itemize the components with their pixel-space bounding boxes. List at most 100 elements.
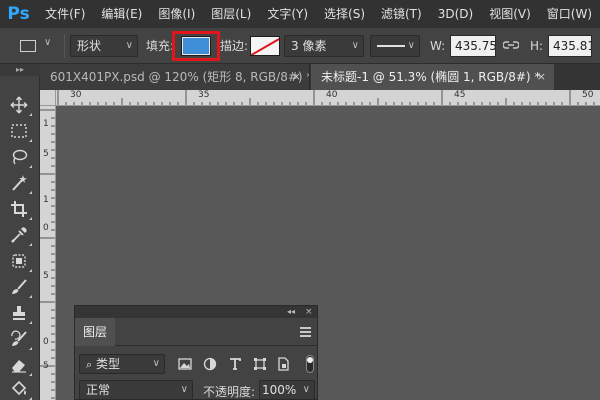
menu-file[interactable]: 文件(F): [37, 0, 93, 28]
marquee-icon: [11, 124, 27, 138]
clone-stamp-tool[interactable]: [6, 300, 32, 326]
ruler-label: 5: [43, 271, 49, 281]
ruler-label: 0: [43, 337, 49, 347]
tool-preset-picker[interactable]: ∨: [14, 35, 60, 57]
submenu-indicator-icon: [29, 347, 32, 350]
tools-panel: ▸▸: [0, 64, 40, 400]
submenu-indicator-icon: [29, 139, 32, 142]
eyedropper-icon: [11, 227, 27, 243]
tool-mode-value: 形状: [77, 39, 102, 53]
adjustment-filter-icon[interactable]: [202, 356, 218, 372]
chevron-down-icon: ∨: [44, 37, 52, 48]
close-icon[interactable]: ×: [537, 64, 546, 90]
tab-document-2[interactable]: 未标题-1 @ 51.3% (椭圆 1, RGB/8#) * ×: [311, 64, 554, 90]
opacity-value: 100%: [262, 383, 297, 397]
submenu-indicator-icon: [29, 217, 32, 220]
layer-filter-select[interactable]: ⌕ 类型 ∨: [79, 354, 165, 374]
stroke-label: 描边:: [220, 39, 249, 53]
menu-select[interactable]: 选择(S): [316, 0, 373, 28]
horizontal-ruler[interactable]: 30 35 40 45 50: [56, 90, 600, 106]
tab-document-1[interactable]: 601X401PX.psd @ 120% (矩形 8, RGB/8#) * ×: [40, 64, 310, 90]
crop-icon: [11, 201, 27, 217]
panel-title-bar[interactable]: ◂◂ ×: [75, 306, 317, 318]
chevron-down-icon: ∨: [407, 40, 415, 51]
tool-mode-select[interactable]: 形状 ∨: [70, 35, 138, 57]
submenu-indicator-icon: [29, 165, 32, 168]
bandage-icon: [12, 254, 26, 268]
panel-collapse-icon[interactable]: ▸▸: [0, 64, 40, 76]
menu-window[interactable]: 窗口(W): [539, 0, 600, 28]
stroke-type-select[interactable]: ∨: [370, 35, 420, 57]
menu-type[interactable]: 文字(Y): [259, 0, 316, 28]
menu-image[interactable]: 图像(I): [150, 0, 203, 28]
submenu-indicator-icon: [29, 243, 32, 246]
type-filter-icon[interactable]: [227, 356, 243, 372]
panel-menu-icon[interactable]: [300, 327, 311, 337]
submenu-indicator-icon: [29, 269, 32, 272]
layer-filter-value: 类型: [96, 357, 121, 371]
lasso-tool[interactable]: [6, 144, 32, 170]
paint-bucket-tool[interactable]: [6, 376, 32, 400]
stroke-width-select[interactable]: 3 像素 ∨: [284, 35, 364, 57]
menu-filter[interactable]: 滤镜(T): [373, 0, 430, 28]
vertical-ruler[interactable]: 1 5 1 0 5 0 5: [40, 106, 56, 400]
menu-bar: Ps 文件(F) 编辑(E) 图像(I) 图层(L) 文字(Y) 选择(S) 滤…: [0, 0, 600, 28]
eyedropper-tool[interactable]: [6, 222, 32, 248]
paint-bucket-icon: [11, 380, 27, 396]
history-brush-tool[interactable]: [6, 326, 32, 352]
rectangle-tool-icon: [20, 40, 36, 52]
layers-panel: ◂◂ × 图层 ⌕ 类型 ∨ 正常 ∨ 不透明度: 100% ∨: [74, 305, 318, 400]
blend-opacity-row: 正常 ∨ 不透明度: 100% ∨: [75, 377, 319, 400]
image-filter-icon[interactable]: [177, 356, 193, 372]
menu-3d[interactable]: 3D(D): [430, 0, 481, 28]
move-tool[interactable]: [6, 92, 32, 118]
menu-layer[interactable]: 图层(L): [203, 0, 259, 28]
brush-tool[interactable]: [6, 274, 32, 300]
document-tab-bar: 601X401PX.psd @ 120% (矩形 8, RGB/8#) * × …: [40, 64, 600, 90]
blend-mode-select[interactable]: 正常 ∨: [79, 380, 193, 400]
chevron-down-icon: ∨: [302, 384, 310, 395]
eraser-icon: [12, 360, 26, 373]
healing-brush-tool[interactable]: [6, 248, 32, 274]
height-input[interactable]: 435.81 |: [548, 35, 592, 57]
collapse-panel-icon[interactable]: ◂◂: [287, 306, 295, 318]
ruler-label: 0: [43, 223, 49, 233]
stroke-width-value: 3 像素: [291, 39, 327, 53]
crop-tool[interactable]: [6, 196, 32, 222]
lasso-icon: [12, 149, 28, 165]
menu-edit[interactable]: 编辑(E): [93, 0, 150, 28]
panel-header: 图层: [75, 318, 317, 346]
menu-view[interactable]: 视图(V): [481, 0, 539, 28]
fill-label: 填充:: [146, 39, 175, 53]
move-icon: [10, 96, 28, 114]
filter-toggle[interactable]: [306, 355, 314, 373]
close-icon[interactable]: ×: [292, 64, 301, 90]
ruler-label: 1: [43, 119, 49, 129]
shape-filter-icon[interactable]: [252, 356, 268, 372]
chevron-down-icon: ∨: [152, 358, 160, 369]
height-label: H:: [530, 39, 544, 53]
tab-layers[interactable]: 图层: [75, 318, 115, 346]
photoshop-logo: Ps: [7, 4, 30, 24]
ruler-origin[interactable]: [40, 90, 56, 106]
marquee-tool[interactable]: [6, 118, 32, 144]
submenu-indicator-icon: [29, 321, 32, 324]
blend-mode-value: 正常: [86, 383, 111, 397]
chevron-down-icon: ∨: [125, 40, 133, 51]
options-bar: ∨ 形状 ∨ 填充: 描边: 3 像素 ∨ ∨ W: 435.75 | H: 4…: [0, 28, 600, 64]
chevron-down-icon: ∨: [351, 40, 359, 51]
submenu-indicator-icon: [29, 191, 32, 194]
stroke-line-preview: [377, 45, 405, 47]
width-input[interactable]: 435.75 |: [450, 35, 496, 57]
close-icon[interactable]: ×: [305, 306, 313, 318]
opacity-label: 不透明度:: [203, 385, 256, 399]
ruler-label: 40: [326, 90, 338, 100]
smart-object-filter-icon[interactable]: [275, 356, 291, 372]
opacity-input[interactable]: 100% ∨: [259, 380, 315, 400]
eraser-tool[interactable]: [6, 352, 32, 378]
fill-color-swatch[interactable]: [181, 36, 211, 56]
quick-selection-tool[interactable]: [6, 170, 32, 196]
ruler-label: 35: [198, 90, 210, 100]
link-icon[interactable]: [502, 39, 520, 51]
stroke-color-swatch[interactable]: [250, 36, 280, 56]
